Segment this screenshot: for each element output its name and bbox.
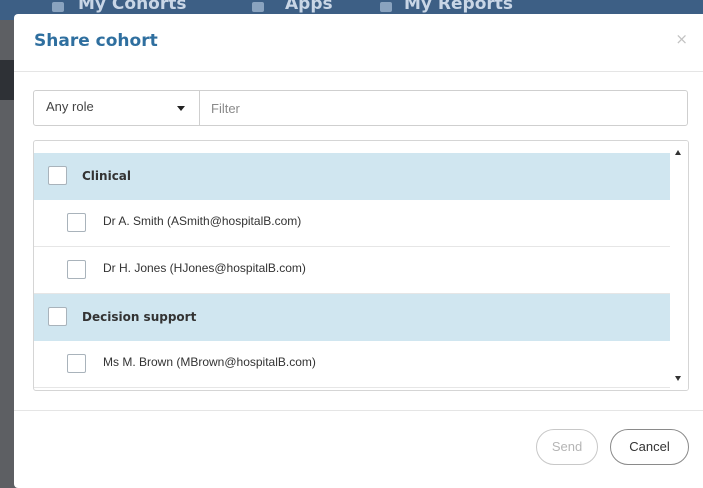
group-label: Decision support: [82, 310, 197, 324]
group-checkbox[interactable]: [48, 307, 67, 326]
user-list: Clinical Dr A. Smith (ASmith@hospitalB.c…: [33, 140, 689, 391]
user-checkbox[interactable]: [67, 213, 86, 232]
user-row[interactable]: Dr A. Smith (ASmith@hospitalB.com): [34, 200, 670, 247]
user-label: Dr A. Smith (ASmith@hospitalB.com): [103, 214, 302, 228]
cancel-button[interactable]: Cancel: [610, 429, 689, 465]
scrollbar[interactable]: [670, 141, 688, 390]
user-row[interactable]: Ms M. Brown (MBrown@hospitalB.com): [34, 341, 670, 388]
cohorts-icon: [52, 2, 64, 12]
user-label: Dr H. Jones (HJones@hospitalB.com): [103, 261, 306, 275]
group-row-decision-support[interactable]: Decision support: [34, 294, 670, 341]
scroll-up-icon[interactable]: [675, 150, 681, 155]
chevron-down-icon: [177, 106, 185, 111]
role-dropdown-value: Any role: [46, 99, 94, 114]
nav-item-my-cohorts: My Cohorts: [78, 0, 187, 14]
nav-item-my-reports: My Reports: [404, 0, 514, 14]
share-cohort-dialog: Share cohort × Any role Clinical Dr A. S…: [14, 14, 703, 488]
user-list-scroll-area[interactable]: Clinical Dr A. Smith (ASmith@hospitalB.c…: [34, 153, 670, 388]
send-button[interactable]: Send: [536, 429, 598, 465]
filter-input[interactable]: [200, 91, 686, 125]
group-checkbox[interactable]: [48, 166, 67, 185]
apps-icon: [252, 2, 264, 12]
filter-bar: Any role: [33, 90, 688, 126]
nav-item-apps: Apps: [285, 0, 333, 14]
background-sidebar-edge: [0, 60, 14, 100]
dialog-title: Share cohort: [34, 31, 158, 51]
user-checkbox[interactable]: [67, 354, 86, 373]
user-label: Ms M. Brown (MBrown@hospitalB.com): [103, 355, 316, 369]
dialog-header: Share cohort ×: [14, 14, 703, 72]
user-checkbox[interactable]: [67, 260, 86, 279]
close-icon[interactable]: ×: [675, 30, 688, 48]
user-row[interactable]: Dr H. Jones (HJones@hospitalB.com): [34, 247, 670, 294]
dialog-footer: Send Cancel: [14, 410, 703, 488]
reports-icon: [380, 2, 392, 12]
group-label: Clinical: [82, 169, 132, 183]
group-row-clinical[interactable]: Clinical: [34, 153, 670, 200]
role-dropdown[interactable]: Any role: [34, 91, 200, 125]
scroll-down-icon[interactable]: [675, 376, 681, 381]
